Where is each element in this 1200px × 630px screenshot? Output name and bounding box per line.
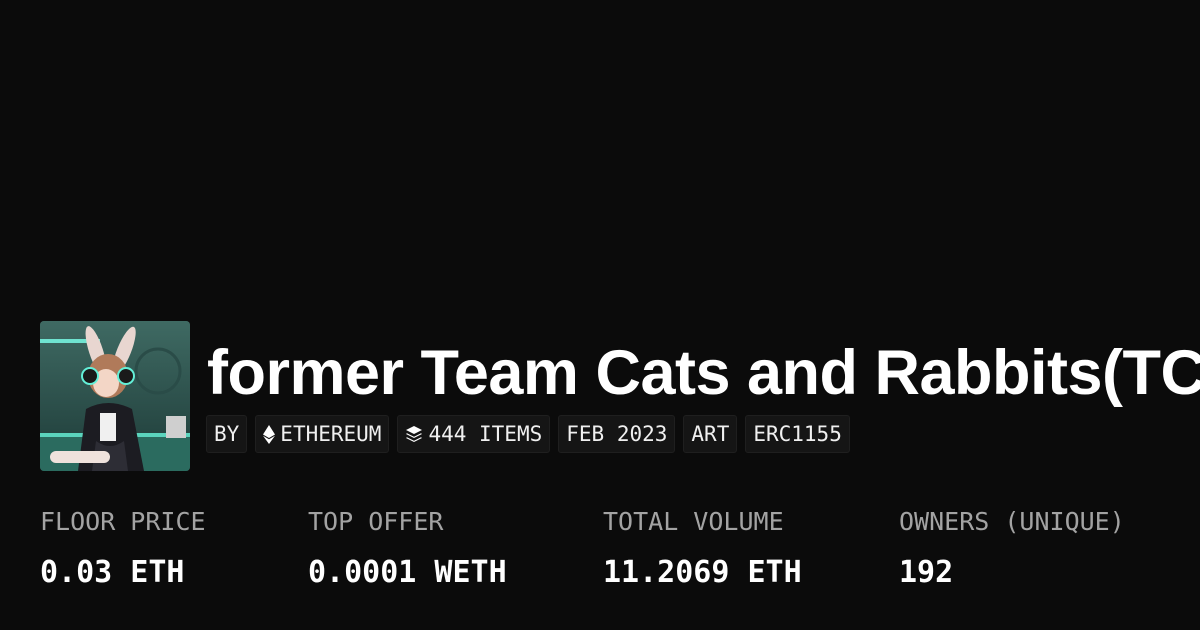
chip-chain[interactable]: ETHEREUM — [255, 415, 390, 453]
stat-top-offer: TOP OFFER 0.0001 WETH — [308, 505, 507, 593]
stat-label: OWNERS (UNIQUE) — [899, 507, 1125, 536]
ethereum-icon — [263, 424, 276, 444]
collection-title: former Team Cats and Rabbits(TC — [207, 338, 1200, 408]
stat-label: TOP OFFER — [308, 507, 444, 536]
chip-chain-label: ETHEREUM — [280, 422, 382, 446]
stat-owners: OWNERS (UNIQUE) 192 — [899, 505, 1125, 593]
chip-by[interactable]: BY — [206, 415, 248, 453]
chip-items[interactable]: 444 ITEMS — [397, 415, 551, 453]
chip-token-standard-label: ERC1155 — [753, 422, 842, 446]
layers-icon — [406, 426, 423, 442]
chip-by-label: BY — [214, 422, 240, 446]
chip-token-standard[interactable]: ERC1155 — [745, 415, 850, 453]
stat-total-volume: TOTAL VOLUME 11.2069 ETH — [603, 505, 802, 593]
chip-items-label: 444 ITEMS — [428, 422, 543, 446]
stat-label: TOTAL VOLUME — [603, 507, 784, 536]
chip-category-label: ART — [691, 422, 730, 446]
anime-rabbit-girl-avatar-icon — [40, 321, 190, 471]
collection-avatar — [40, 321, 190, 471]
stat-label: FLOOR PRICE — [40, 507, 206, 536]
stat-value: 192 — [899, 555, 954, 590]
chip-category[interactable]: ART — [683, 415, 738, 453]
stat-floor-price: FLOOR PRICE 0.03 ETH — [40, 505, 206, 593]
chip-created-date[interactable]: FEB 2023 — [558, 415, 676, 453]
collection-stats: FLOOR PRICE 0.03 ETH TOP OFFER 0.0001 WE… — [0, 505, 1200, 605]
chip-created-date-label: FEB 2023 — [566, 422, 668, 446]
collection-meta-chips: BY ETHEREUM 444 ITEMS FEB 2023 ART ERC11… — [206, 415, 850, 453]
stat-value: 0.0001 WETH — [308, 555, 507, 590]
stat-value: 11.2069 ETH — [603, 555, 802, 590]
stat-value: 0.03 ETH — [40, 555, 185, 590]
